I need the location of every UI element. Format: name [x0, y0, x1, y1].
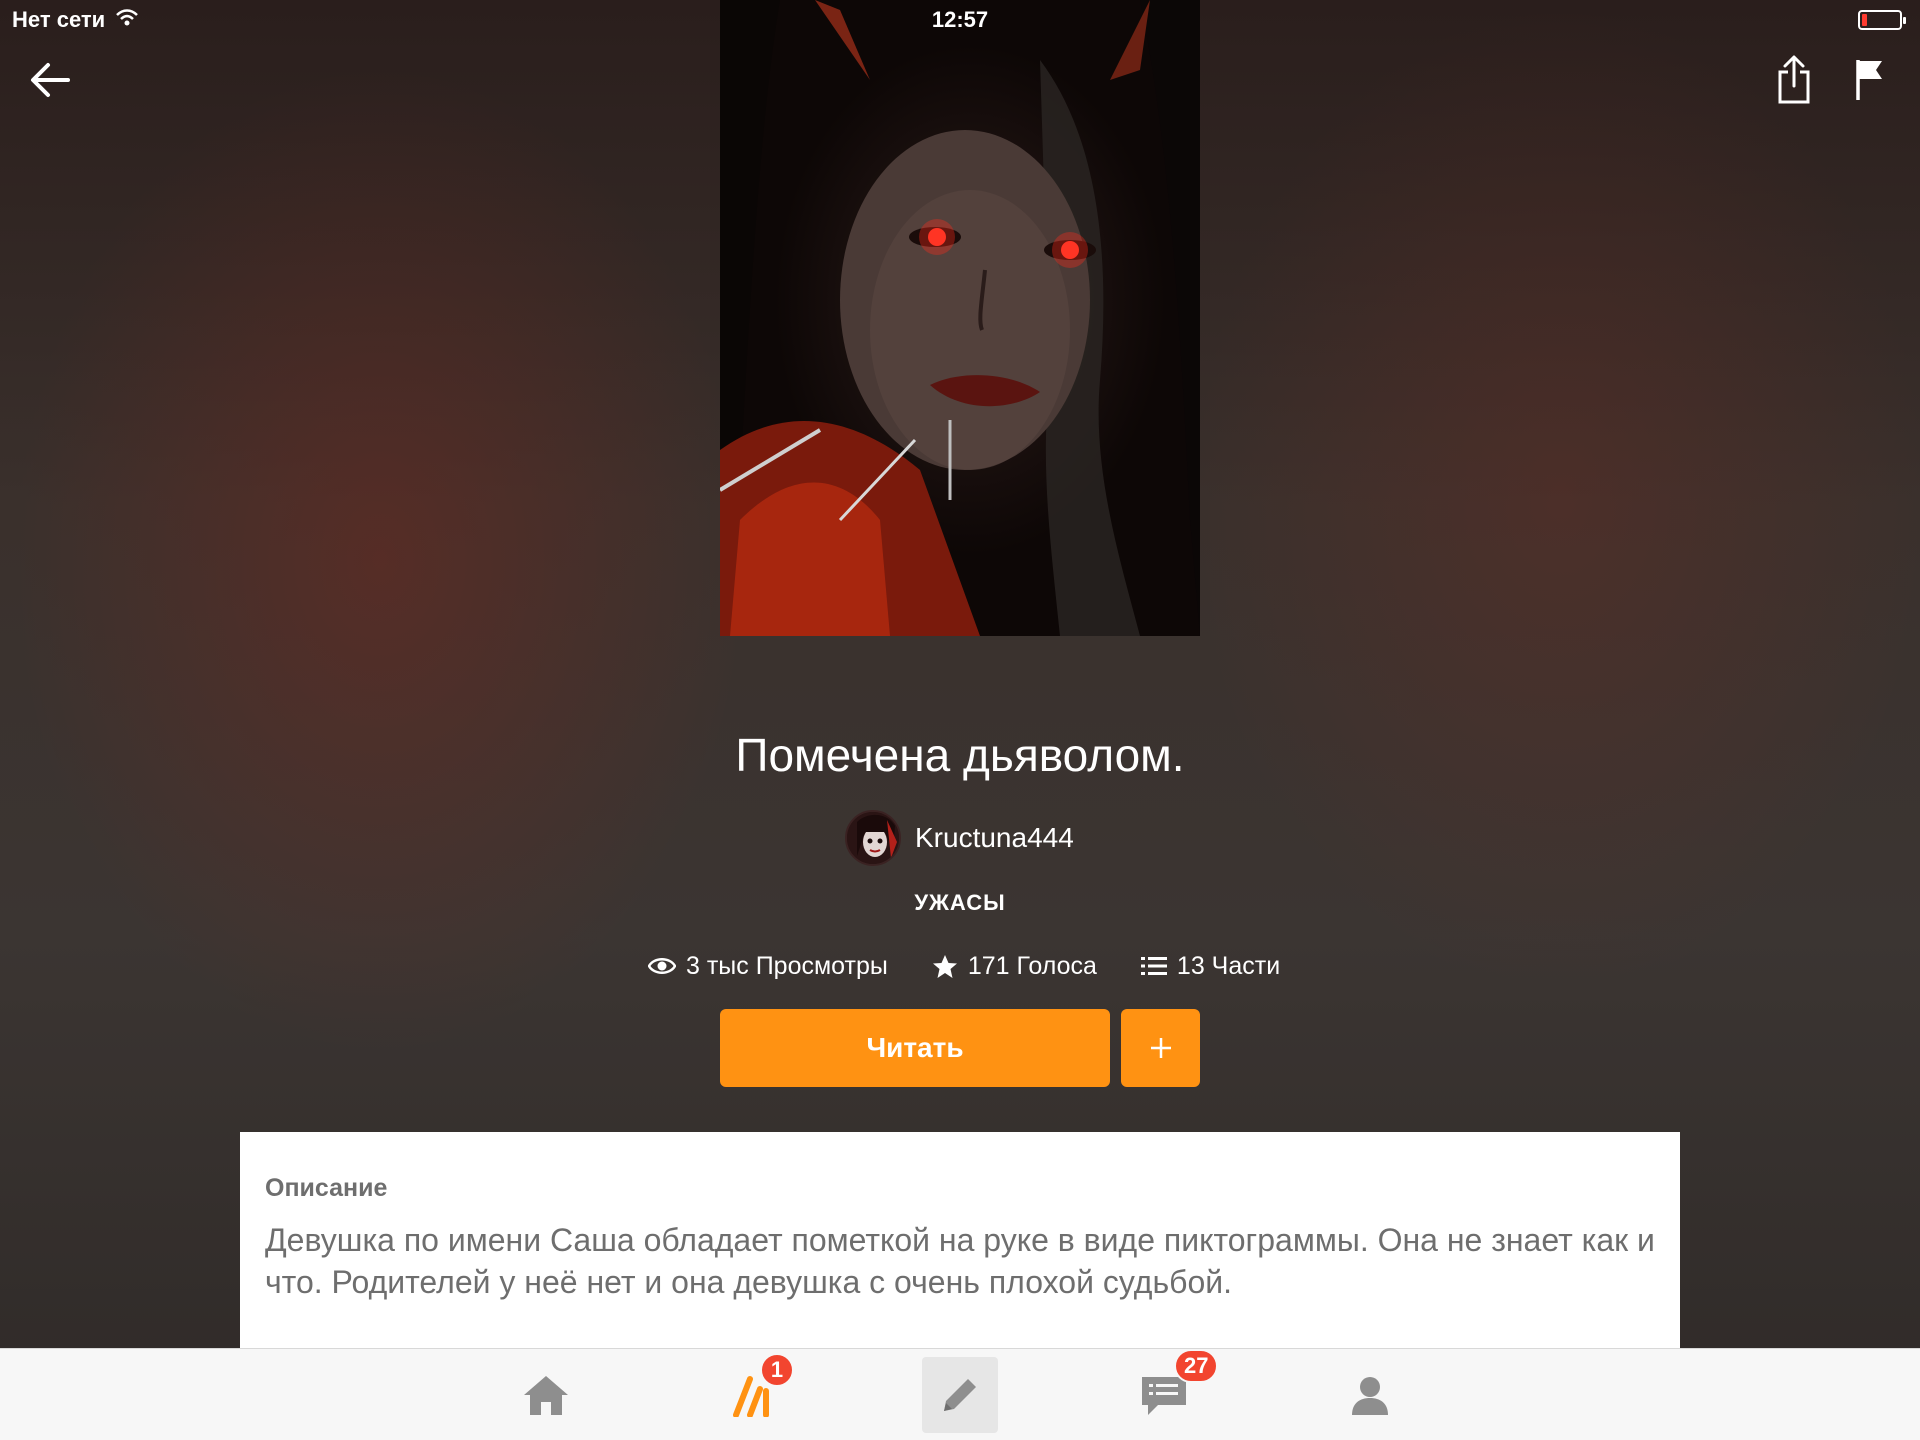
tab-profile[interactable]	[1332, 1357, 1408, 1433]
author-link[interactable]: Kructuna444	[845, 810, 1074, 866]
parts-stat: 13 Части	[1140, 951, 1281, 981]
genre-label[interactable]: УЖАСЫ	[0, 890, 1920, 916]
votes-count: 171 Голоса	[967, 951, 1097, 980]
library-badge: 1	[760, 1353, 794, 1387]
views-count: 3 тыс Просмотры	[686, 951, 888, 980]
story-stats: 3 тыс Просмотры 171 Голоса 13 Части	[648, 946, 1280, 986]
tab-messages[interactable]: 27	[1126, 1349, 1219, 1433]
user-icon	[1352, 1377, 1388, 1415]
add-to-library-button[interactable]	[1121, 1009, 1200, 1087]
pencil-icon	[944, 1379, 976, 1411]
description-heading: Описание	[265, 1174, 388, 1202]
description-card: Описание Девушка по имени Саша обладает …	[240, 1132, 1680, 1348]
tab-write[interactable]	[922, 1357, 998, 1433]
views-stat: 3 тыс Просмотры	[648, 952, 888, 981]
author-avatar	[845, 810, 901, 866]
story-title: Помечена дьяволом.	[735, 729, 1185, 781]
story-cover-image	[720, 0, 1200, 636]
status-bar: Нет сети 12:57	[0, 0, 1920, 40]
back-button[interactable]	[22, 52, 78, 108]
description-text: Девушка по имени Саша обладает пометкой …	[265, 1222, 1655, 1300]
flag-icon	[1856, 60, 1882, 100]
parts-count: 13 Части	[1176, 951, 1281, 980]
eye-icon	[648, 958, 676, 974]
battery-level	[1862, 14, 1867, 26]
list-icon	[1140, 957, 1167, 975]
battery-icon	[1858, 10, 1906, 30]
share-icon	[1778, 55, 1810, 104]
clock: 12:57	[931, 7, 989, 32]
report-button[interactable]	[1848, 52, 1892, 108]
share-button[interactable]	[1770, 50, 1818, 110]
star-icon	[932, 954, 957, 978]
bottom-tab-bar: 1 27	[0, 1348, 1920, 1440]
story-details-screen: Нет сети 12:57 Помечена дьяволом. Kructu…	[0, 0, 1920, 1440]
read-button[interactable]: Читать	[720, 1009, 1110, 1087]
tab-library[interactable]: 1	[716, 1353, 794, 1433]
messages-badge: 27	[1174, 1349, 1219, 1383]
arrow-left-icon	[31, 63, 70, 97]
author-name: Kructuna444	[915, 822, 1074, 853]
tab-home[interactable]	[508, 1357, 584, 1433]
votes-stat: 171 Голоса	[932, 952, 1097, 981]
plus-icon	[1150, 1038, 1171, 1058]
home-icon	[524, 1376, 568, 1415]
